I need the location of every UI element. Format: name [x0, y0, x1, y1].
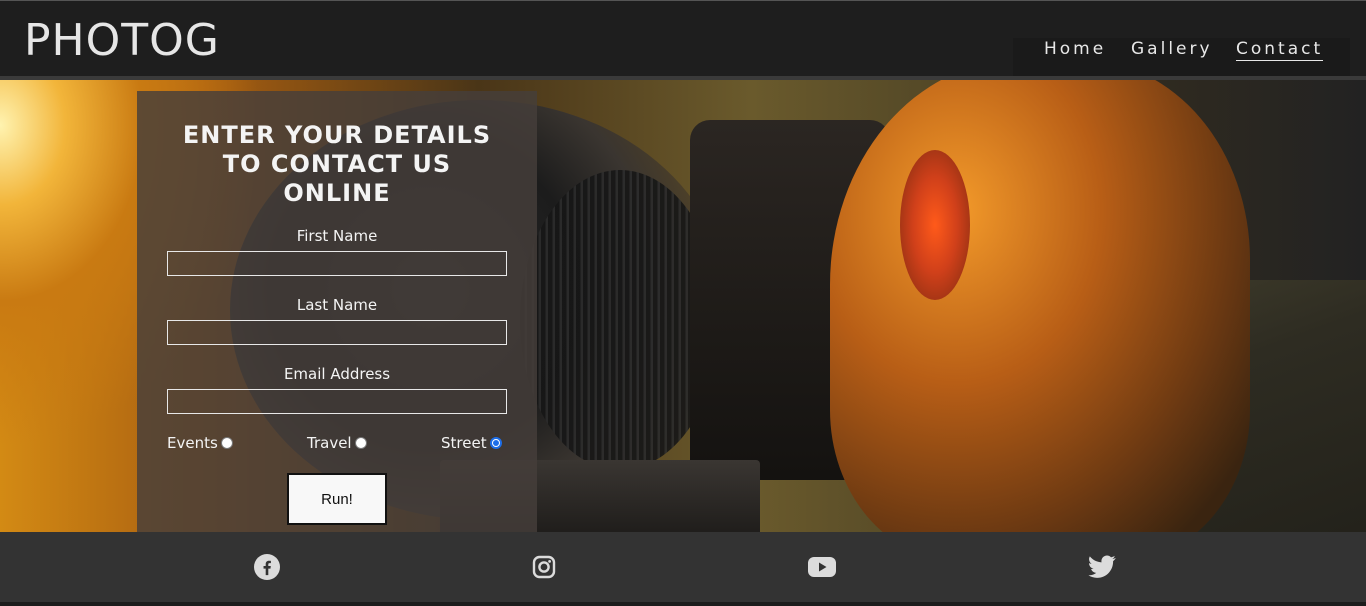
twitter-icon[interactable] [1087, 552, 1117, 582]
radio-street[interactable]: Street [441, 434, 502, 452]
form-title: Enter your details to contact us online [182, 121, 492, 207]
instagram-icon[interactable] [529, 552, 559, 582]
radio-travel[interactable]: Travel [307, 434, 367, 452]
photographer-ear [900, 150, 970, 300]
nav-gallery-link[interactable]: Gallery [1131, 39, 1213, 59]
youtube-icon[interactable] [807, 552, 837, 582]
submit-button[interactable]: Run! [287, 473, 387, 525]
nav-home-link[interactable]: Home [1044, 39, 1106, 59]
radio-street-label: Street [441, 434, 487, 452]
email-input[interactable] [167, 389, 507, 414]
nav-contact-link[interactable]: Contact [1236, 39, 1324, 61]
first-name-label: First Name [296, 227, 378, 245]
last-name-label: Last Name [296, 296, 378, 314]
brand-logo[interactable]: PHOTOG [24, 15, 220, 66]
last-name-input[interactable] [167, 320, 507, 345]
footer [0, 532, 1366, 606]
navbar: PHOTOG Home Gallery Contact [0, 0, 1366, 80]
radio-events-button[interactable] [220, 437, 233, 449]
photographer-face [830, 80, 1250, 532]
radio-travel-label: Travel [307, 434, 352, 452]
email-label: Email Address [283, 365, 391, 383]
contact-form: Enter your details to contact us online … [137, 91, 537, 532]
radio-travel-button[interactable] [354, 437, 367, 449]
first-name-input[interactable] [167, 251, 507, 276]
radio-events[interactable]: Events [167, 434, 233, 452]
facebook-icon[interactable] [252, 552, 282, 582]
radio-events-label: Events [167, 434, 218, 452]
nav-links: Home Gallery Contact [1013, 38, 1350, 76]
radio-street-button[interactable] [489, 437, 502, 449]
